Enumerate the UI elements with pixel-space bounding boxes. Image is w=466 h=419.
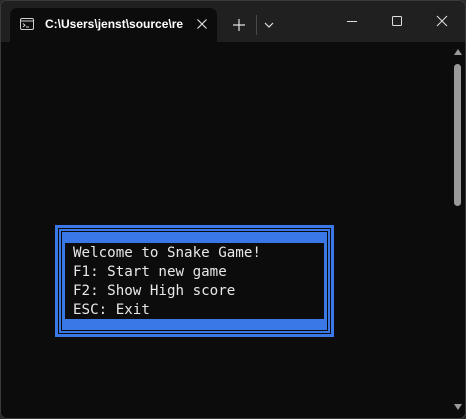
terminal-icon <box>20 18 34 30</box>
console-output[interactable]: Welcome to Snake Game! F1: Start new gam… <box>1 42 449 418</box>
close-tab-icon[interactable] <box>196 18 208 30</box>
terminal-window: C:\Users\jenst\source\re Welcome to Snak… <box>0 0 466 419</box>
menu-welcome-line: Welcome to Snake Game! <box>73 245 261 261</box>
minimize-icon[interactable] <box>341 10 363 32</box>
title-bar[interactable]: C:\Users\jenst\source\re <box>1 1 465 42</box>
scrollbar-thumb[interactable] <box>454 64 461 206</box>
scroll-down-arrow-icon[interactable] <box>453 403 463 411</box>
scroll-up-arrow-icon[interactable] <box>453 48 463 56</box>
new-tab-icon[interactable] <box>230 16 248 34</box>
close-icon[interactable] <box>431 10 453 32</box>
vertical-scrollbar[interactable] <box>449 42 465 418</box>
tab-title: C:\Users\jenst\source\re <box>45 17 184 31</box>
menu-text-area: Welcome to Snake Game! F1: Start new gam… <box>65 243 324 319</box>
chevron-down-icon[interactable] <box>260 16 278 34</box>
tab-separator <box>256 15 257 35</box>
terminal-tab[interactable]: C:\Users\jenst\source\re <box>10 8 217 42</box>
maximize-icon[interactable] <box>386 10 408 32</box>
menu-option-new-game: F1: Start new game <box>73 264 227 280</box>
menu-option-exit: ESC: Exit <box>73 302 150 318</box>
game-menu: Welcome to Snake Game! F1: Start new gam… <box>55 225 334 337</box>
menu-option-high-score: F2: Show High score <box>73 283 236 299</box>
